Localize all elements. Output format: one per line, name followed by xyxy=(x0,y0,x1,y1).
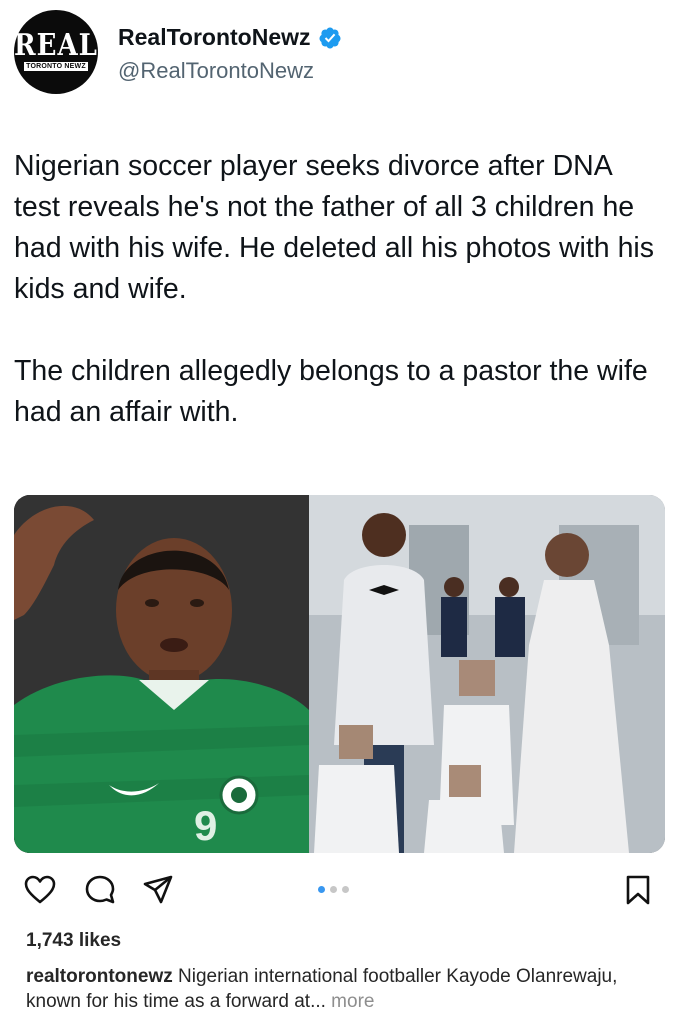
account-handle[interactable]: @RealTorontoNewz xyxy=(118,58,314,84)
send-icon[interactable] xyxy=(140,872,176,908)
display-name[interactable]: RealTorontoNewz xyxy=(118,24,311,51)
carousel-dot[interactable] xyxy=(342,886,349,893)
bookmark-icon[interactable] xyxy=(620,872,656,908)
verified-badge-icon xyxy=(319,27,341,48)
comment-icon[interactable] xyxy=(82,872,118,908)
post-caption: realtorontonewz Nigerian international f… xyxy=(26,964,656,1014)
logo-subtext: TORONTO NEWZ xyxy=(24,62,88,71)
caption-username[interactable]: realtorontonewz xyxy=(26,966,173,987)
account-avatar[interactable]: REAL TORONTO NEWZ xyxy=(14,10,98,94)
soccer-player-photo: 9 xyxy=(14,495,309,853)
soccer-player-illustration: 9 xyxy=(14,495,309,853)
logo-text: REAL xyxy=(14,28,98,64)
jersey-number: 9 xyxy=(194,802,217,849)
post-header: REAL TORONTO NEWZ RealTorontoNewz @RealT… xyxy=(14,10,664,96)
family-wedding-photo xyxy=(309,495,665,853)
media-carousel[interactable]: 9 xyxy=(14,495,665,853)
family-illustration xyxy=(309,495,665,853)
likes-count[interactable]: 1,743 likes xyxy=(26,930,121,952)
carousel-dot-active[interactable] xyxy=(318,886,325,893)
tweet-body: Nigerian soccer player seeks divorce aft… xyxy=(14,146,664,433)
action-bar xyxy=(14,872,664,912)
carousel-indicator xyxy=(318,886,349,893)
tweet-paragraph-2: The children allegedly belongs to a past… xyxy=(14,355,648,428)
tweet-paragraph-1: Nigerian soccer player seeks divorce aft… xyxy=(14,150,655,305)
name-row: RealTorontoNewz xyxy=(118,24,342,51)
heart-icon[interactable] xyxy=(22,872,58,908)
more-link[interactable]: more xyxy=(326,991,374,1012)
carousel-dot[interactable] xyxy=(330,886,337,893)
